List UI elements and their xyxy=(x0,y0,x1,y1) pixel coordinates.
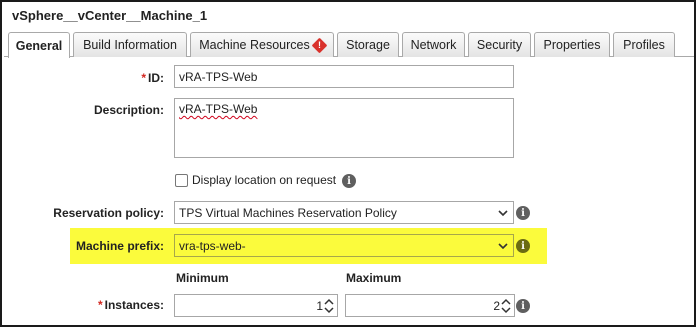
minimum-header: Minimum xyxy=(176,271,229,285)
display-location-checkbox[interactable] xyxy=(175,174,188,187)
required-marker: * xyxy=(97,298,103,312)
tab-properties[interactable]: Properties xyxy=(534,32,610,57)
tab-security[interactable]: Security xyxy=(468,32,531,57)
id-label: * ID: xyxy=(141,71,164,85)
tab-profiles[interactable]: Profiles xyxy=(613,32,675,57)
tab-label: Machine Resources xyxy=(199,38,310,52)
display-location-label: Display location on request xyxy=(192,173,337,187)
instances-max-stepper[interactable]: 2 xyxy=(345,294,515,317)
instances-min-stepper[interactable]: 1 xyxy=(174,294,338,317)
description-field[interactable]: vRA-TPS-Web xyxy=(174,98,514,158)
window: vSphere__vCenter__Machine_1 General Buil… xyxy=(0,0,696,327)
tab-build-information[interactable]: Build Information xyxy=(73,32,187,57)
required-marker: * xyxy=(141,71,146,85)
tab-storage[interactable]: Storage xyxy=(337,32,399,57)
tab-machine-resources[interactable]: Machine Resources ! xyxy=(190,32,334,57)
spinner-arrows-icon[interactable] xyxy=(324,298,334,314)
info-icon[interactable]: i xyxy=(342,174,356,188)
info-icon[interactable]: i xyxy=(516,299,530,313)
instances-label: * Instances: xyxy=(97,298,164,312)
tab-label: Properties xyxy=(543,38,601,52)
tab-label: Storage xyxy=(346,38,390,52)
tab-general[interactable]: General xyxy=(8,32,70,58)
maximum-header: Maximum xyxy=(346,271,402,285)
tab-bar: General Build Information Machine Resour… xyxy=(4,28,694,58)
spinner-arrows-icon[interactable] xyxy=(501,298,511,314)
id-field[interactable]: vRA-TPS-Web xyxy=(174,65,514,88)
tab-label: Profiles xyxy=(623,38,665,52)
window-title: vSphere__vCenter__Machine_1 xyxy=(12,8,208,23)
tab-label: Build Information xyxy=(83,38,177,52)
chevron-down-icon xyxy=(498,210,508,217)
info-icon[interactable]: i xyxy=(516,206,530,220)
tab-label: General xyxy=(15,38,63,53)
tab-network[interactable]: Network xyxy=(402,32,465,57)
machine-prefix-label: Machine prefix: xyxy=(75,239,164,253)
description-label: Description: xyxy=(93,103,164,117)
machine-prefix-select[interactable]: vra-tps-web- xyxy=(174,234,514,257)
tab-label: Security xyxy=(476,38,523,52)
warning-icon: ! xyxy=(311,37,328,53)
reservation-policy-label: Reservation policy: xyxy=(53,206,164,220)
tab-label: Network xyxy=(410,38,457,52)
reservation-policy-select[interactable]: TPS Virtual Machines Reservation Policy xyxy=(174,201,514,224)
chevron-down-icon xyxy=(498,243,508,250)
info-icon[interactable]: i xyxy=(516,239,530,253)
